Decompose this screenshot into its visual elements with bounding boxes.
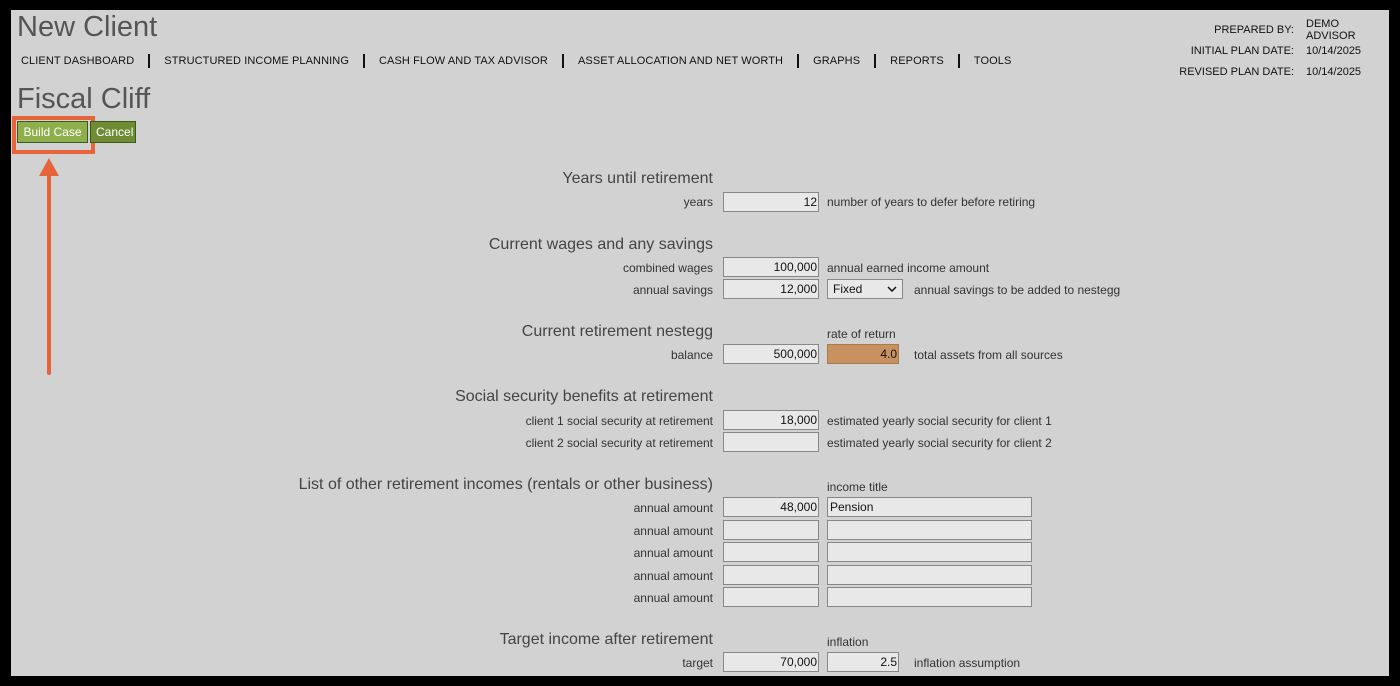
years-input[interactable] [723,192,819,212]
balance-input[interactable] [723,344,819,364]
app-title: New Client [17,11,158,43]
annual-savings-help: annual savings to be added to nestegg [914,283,1121,297]
client2-ss-help: estimated yearly social security for cli… [827,436,1052,450]
rate-of-return-input[interactable] [827,344,899,364]
nav-reports[interactable]: REPORTS [880,55,954,67]
revised-date-row: REVISED PLAN DATE: 10/14/2025 [1154,61,1384,82]
chevron-down-icon [887,286,897,292]
prepared-by-row: PREPARED BY: DEMO ADVISOR [1154,17,1384,42]
client2-ss-label: client 2 social security at retirement [525,436,713,450]
savings-type-select[interactable]: Fixed [827,279,903,299]
inflation-input[interactable] [827,652,899,672]
main-nav: CLIENT DASHBOARD STRUCTURED INCOME PLANN… [11,54,1021,68]
combined-wages-label: combined wages [622,261,713,275]
target-label: target [682,656,713,670]
prepared-by-value: DEMO ADVISOR [1306,17,1356,42]
client1-ss-label: client 1 social security at retirement [525,414,713,428]
other-income-amount-input[interactable] [723,542,819,562]
nav-divider [874,54,877,68]
prepared-by-label: PREPARED BY: [1214,23,1294,36]
other-income-label: annual amount [633,546,713,560]
other-income-amount-input[interactable] [723,497,819,517]
combined-wages-help: annual earned income amount [827,261,990,275]
build-case-button[interactable]: Build Case [17,121,88,143]
other-income-amount-input[interactable] [723,520,819,540]
other-income-label: annual amount [633,524,713,538]
years-heading: Years until retirement [562,170,713,187]
inflation-label: inflation [827,635,869,649]
other-incomes-heading: List of other retirement incomes (rental… [298,476,713,493]
nestegg-heading: Current retirement nestegg [521,323,713,340]
nav-divider [957,54,960,68]
social-security-heading: Social security benefits at retirement [455,388,713,405]
page-title: Fiscal Cliff [17,83,151,115]
target-income-heading: Target income after retirement [499,631,713,648]
other-income-label: annual amount [633,591,713,605]
initial-date-value: 10/14/2025 [1306,44,1362,57]
nav-structured-income-planning[interactable]: STRUCTURED INCOME PLANNING [154,55,359,67]
balance-help: total assets from all sources [914,348,1063,362]
other-income-label: annual amount [633,501,713,515]
other-income-amount-input[interactable] [723,565,819,585]
other-income-amount-input[interactable] [723,587,819,607]
other-income-title-input[interactable] [827,565,1032,585]
years-label: years [683,195,713,209]
inflation-help: inflation assumption [914,656,1021,670]
plan-meta: PREPARED BY: DEMO ADVISOR INITIAL PLAN D… [1154,17,1384,82]
nav-graphs[interactable]: GRAPHS [803,55,870,67]
other-income-title-input[interactable] [827,497,1032,517]
income-title-header: income title [827,480,888,494]
savings-type-value: Fixed [833,282,863,296]
nav-asset-allocation-net-worth[interactable]: ASSET ALLOCATION AND NET WORTH [568,55,793,67]
revised-date-label: REVISED PLAN DATE: [1179,65,1294,78]
target-input[interactable] [723,652,819,672]
balance-label: balance [670,348,713,362]
revised-date-value: 10/14/2025 [1306,65,1362,78]
initial-date-row: INITIAL PLAN DATE: 10/14/2025 [1154,40,1384,61]
app-window: New Client CLIENT DASHBOARD STRUCTURED I… [11,10,1389,676]
nav-divider [148,54,151,68]
other-income-title-input[interactable] [827,587,1032,607]
annual-savings-input[interactable] [723,279,819,299]
other-income-title-input[interactable] [827,542,1032,562]
wages-heading: Current wages and any savings [488,236,713,253]
nav-divider [561,54,564,68]
client2-ss-input[interactable] [723,432,819,452]
nav-client-dashboard[interactable]: CLIENT DASHBOARD [11,55,144,67]
nav-cash-flow-tax-advisor[interactable]: CASH FLOW AND TAX ADVISOR [369,55,558,67]
nav-divider [363,54,365,68]
annual-savings-label: annual savings [632,283,713,297]
initial-date-label: INITIAL PLAN DATE: [1190,44,1294,57]
other-income-title-input[interactable] [827,520,1032,540]
cancel-button[interactable]: Cancel [90,121,136,143]
nav-tools[interactable]: TOOLS [964,55,1022,67]
nav-divider [797,54,800,68]
combined-wages-input[interactable] [723,257,819,277]
rate-of-return-label: rate of return [827,327,896,341]
other-income-label: annual amount [633,569,713,583]
client1-ss-help: estimated yearly social security for cli… [827,414,1052,428]
client1-ss-input[interactable] [723,410,819,430]
years-help: number of years to defer before retiring [827,195,1036,209]
